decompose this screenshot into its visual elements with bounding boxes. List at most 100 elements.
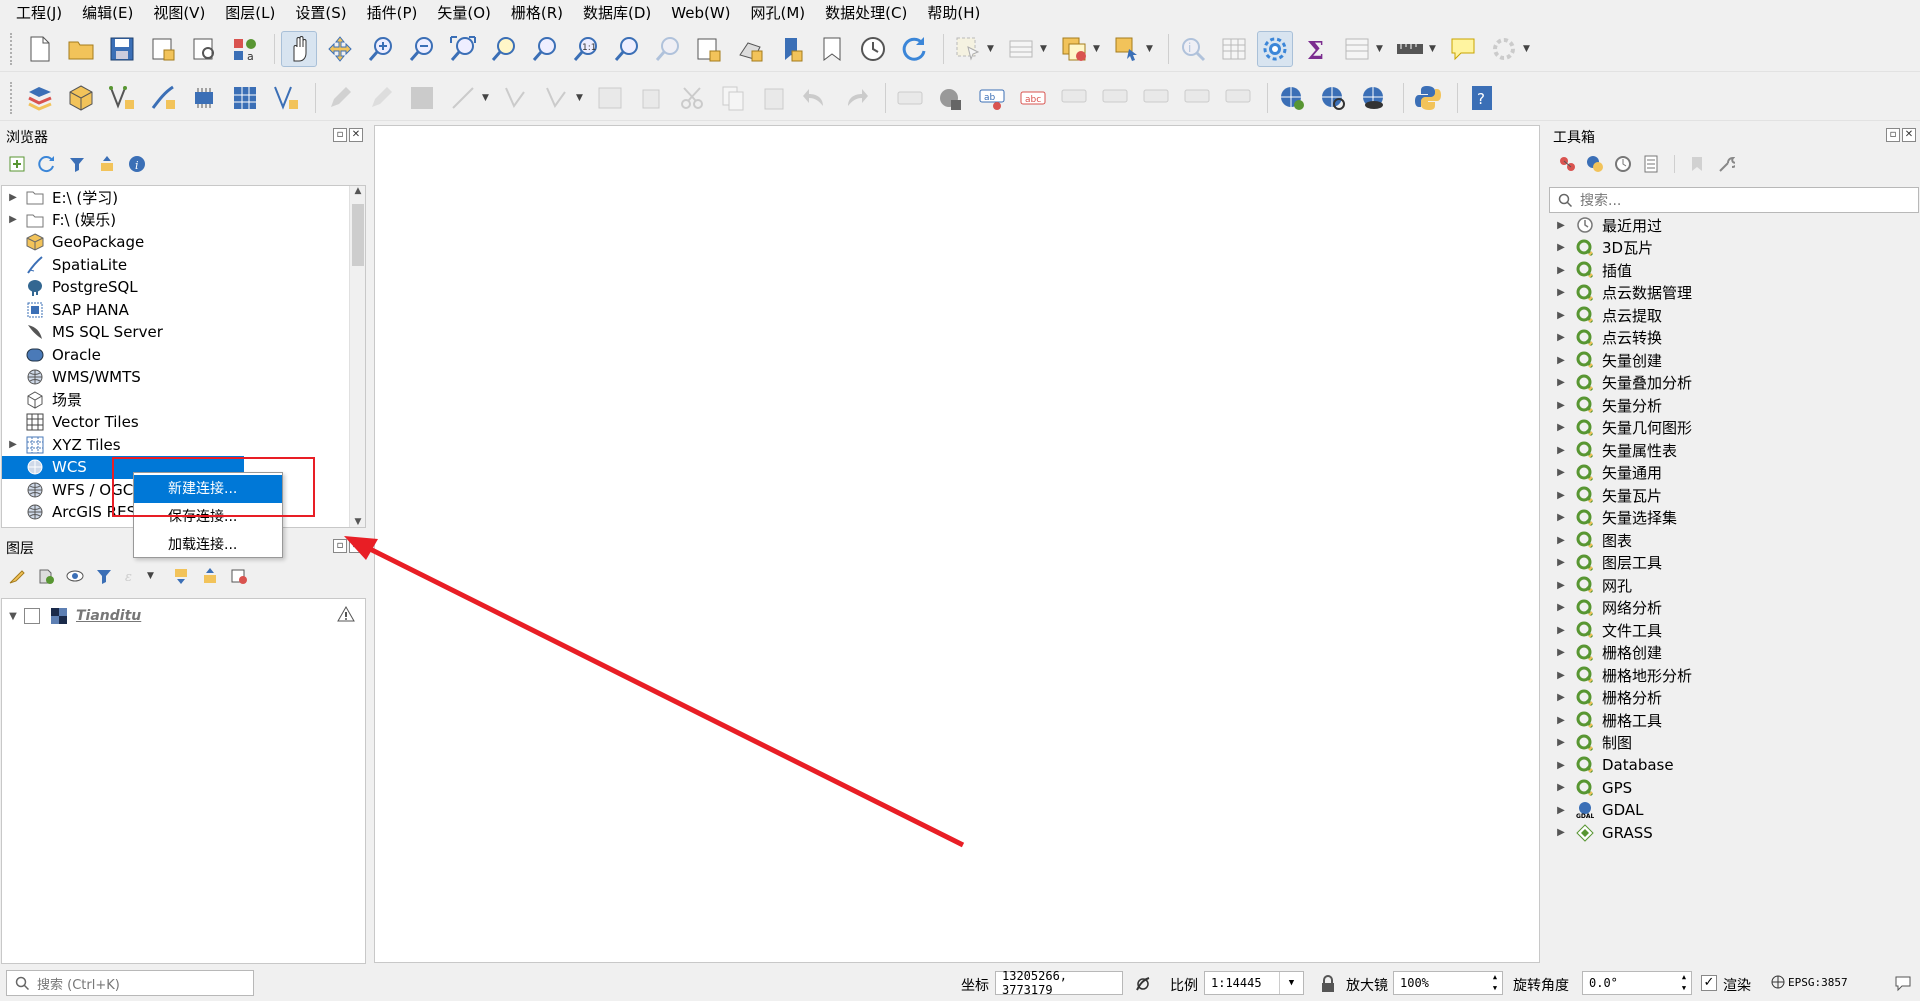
collapse-all-icon[interactable] <box>96 153 118 175</box>
browser-item-wms[interactable]: WMS/WMTS <box>2 366 365 389</box>
data-source-manager-icon[interactable] <box>22 80 58 116</box>
expand-arrow-icon[interactable]: ▶ <box>1548 287 1574 298</box>
expand-all-icon[interactable] <box>170 565 192 587</box>
zoom-to-layer-icon[interactable] <box>527 31 563 67</box>
expand-arrow-icon[interactable]: ▶ <box>1548 782 1574 793</box>
expand-arrow-icon[interactable]: ▶ <box>1548 220 1574 231</box>
scroll-down-icon[interactable]: ▼ <box>350 517 365 527</box>
results-viewer-icon[interactable] <box>1640 153 1662 175</box>
expand-arrow-icon[interactable]: ▶ <box>1548 242 1574 253</box>
new-spatialite-icon[interactable] <box>145 80 181 116</box>
current-edits-icon[interactable] <box>363 80 399 116</box>
edit-table-icon[interactable] <box>592 80 628 116</box>
history-icon[interactable] <box>1612 153 1634 175</box>
browser-item-scene[interactable]: 场景 <box>2 389 365 412</box>
pan-map-icon[interactable] <box>281 30 317 67</box>
measure-line-icon[interactable] <box>1392 31 1428 67</box>
toolbox-group[interactable]: ▶ 栅格创建 <box>1548 642 1920 665</box>
expand-arrow-icon[interactable]: ▶ <box>2 439 24 450</box>
expand-arrow-icon[interactable]: ▶ <box>1548 355 1574 366</box>
undo-icon[interactable] <box>797 80 833 116</box>
edit-features-in-place-icon[interactable] <box>1687 153 1709 175</box>
toolbox-group[interactable]: ▶ 网孔 <box>1548 574 1920 597</box>
expand-arrow-icon[interactable]: ▶ <box>1548 647 1574 658</box>
browser-item-sap-hana[interactable]: SAP HANA <box>2 299 365 322</box>
menu-database[interactable]: 数据库(D) <box>573 0 661 26</box>
refresh-icon[interactable] <box>36 153 58 175</box>
toolbox-group[interactable]: ▶ 点云数据管理 <box>1548 282 1920 305</box>
lock-scale-icon[interactable] <box>1320 975 1336 997</box>
expand-arrow-icon[interactable]: ▶ <box>1548 400 1574 411</box>
style-manager-icon[interactable]: a <box>227 31 263 67</box>
zoom-out-icon[interactable] <box>404 31 440 67</box>
toolbox-group[interactable]: ▶ 栅格工具 <box>1548 709 1920 732</box>
expand-arrow-icon[interactable]: ▶ <box>1548 805 1574 816</box>
toolbox-group[interactable]: ▶ 最近用过 <box>1548 214 1920 237</box>
locator-search-input[interactable]: 搜索 (Ctrl+K) <box>6 970 254 996</box>
expand-arrow-icon[interactable]: ▶ <box>1548 265 1574 276</box>
expand-arrow-icon[interactable]: ▶ <box>1548 422 1574 433</box>
menu-processing[interactable]: 数据处理(C) <box>815 0 917 26</box>
add-wfs-layer-icon[interactable] <box>1315 80 1351 116</box>
pan-to-selection-icon[interactable] <box>322 31 358 67</box>
layer-labeling-icon[interactable]: ab <box>974 80 1010 116</box>
select-location-icon[interactable] <box>1109 31 1145 67</box>
magnifier-spinbox[interactable]: 100% ▲ ▼ <box>1393 971 1503 995</box>
options-icon[interactable] <box>1715 153 1737 175</box>
expand-arrow-icon[interactable]: ▶ <box>1548 557 1574 568</box>
toolbox-group[interactable]: ▶ 网络分析 <box>1548 597 1920 620</box>
expand-arrow-icon[interactable]: ▶ <box>1548 670 1574 681</box>
info-icon[interactable]: i <box>126 153 148 175</box>
map-canvas[interactable] <box>374 125 1540 963</box>
render-checkbox[interactable]: ✓ <box>1701 975 1717 991</box>
toolbox-group[interactable]: ▶ 矢量几何图形 <box>1548 417 1920 440</box>
browser-item-f-drive[interactable]: ▶ F:\ (娱乐) <box>2 209 365 232</box>
select-by-value-icon[interactable] <box>1003 31 1039 67</box>
layer-styling-icon[interactable] <box>6 565 28 587</box>
refresh-icon[interactable] <box>896 31 932 67</box>
expand-arrow-icon[interactable]: ▶ <box>1548 602 1574 613</box>
expand-arrow-icon[interactable]: ▶ <box>1548 377 1574 388</box>
toolbox-group[interactable]: ▶ GRASS <box>1548 822 1920 845</box>
filter-expression-icon[interactable]: ε <box>122 565 144 587</box>
menu-plugins[interactable]: 插件(P) <box>357 0 428 26</box>
crs-label[interactable]: EPSG:3857 <box>1788 976 1848 989</box>
add-selected-layers-icon[interactable] <box>6 153 28 175</box>
manage-visibility-icon[interactable] <box>64 565 86 587</box>
menu-help[interactable]: 帮助(H) <box>917 0 990 26</box>
deselect-all-icon[interactable] <box>1056 31 1092 67</box>
scale-combo[interactable]: 1:14445 ▼ <box>1204 971 1304 995</box>
zoom-in-icon[interactable] <box>363 31 399 67</box>
menu-item-load-connections[interactable]: 加载连接... <box>134 531 282 559</box>
expand-arrow-icon[interactable]: ▶ <box>1548 625 1574 636</box>
python-console-icon[interactable] <box>1410 80 1446 116</box>
expand-arrow-icon[interactable]: ▶ <box>2 214 24 225</box>
toolbox-group[interactable]: ▶ GDAL GDAL <box>1548 799 1920 822</box>
toolbox-group[interactable]: ▶ 矢量分析 <box>1548 394 1920 417</box>
redo-icon[interactable] <box>838 80 874 116</box>
coordinate-field[interactable]: 13205266, 3773179 <box>995 969 1123 997</box>
menu-settings[interactable]: 设置(S) <box>285 0 356 26</box>
temporal-controller-icon[interactable] <box>855 31 891 67</box>
show-bookmarks-icon[interactable] <box>814 31 850 67</box>
save-project-icon[interactable] <box>104 31 140 67</box>
annotation-settings-icon[interactable] <box>1486 31 1522 67</box>
add-group-icon[interactable] <box>35 565 57 587</box>
change-label-icon[interactable] <box>1220 80 1256 116</box>
toolbox-group[interactable]: ▶ GPS <box>1548 777 1920 800</box>
expand-arrow-icon[interactable]: ▶ <box>1548 692 1574 703</box>
toolbox-group[interactable]: ▶ 插值 <box>1548 259 1920 282</box>
browser-item-e-drive[interactable]: ▶ E:\ (学习) <box>2 186 365 209</box>
zoom-to-selection-icon[interactable] <box>486 31 522 67</box>
expand-arrow-icon[interactable]: ▶ <box>1548 535 1574 546</box>
layer-visibility-checkbox[interactable] <box>24 608 40 625</box>
toolbox-tree[interactable]: ▶ 最近用过 ▶ 3D瓦片 ▶ 插值 ▶ 点云数据管理 ▶ 点云提取 ▶ 点云转换 ▶ 矢量创建 ▶ 矢量叠加… <box>1548 214 1920 844</box>
menu-edit[interactable]: 编辑(E) <box>72 0 143 26</box>
toolbox-group[interactable]: ▶ 文件工具 <box>1548 619 1920 642</box>
toolbox-group[interactable]: ▶ 矢量选择集 <box>1548 507 1920 530</box>
delete-selected-icon[interactable] <box>633 80 669 116</box>
map-tips-icon[interactable] <box>1445 31 1481 67</box>
menu-mesh[interactable]: 网孔(M) <box>741 0 816 26</box>
toolbox-group[interactable]: ▶ 制图 <box>1548 732 1920 755</box>
statistics-icon[interactable]: Σ <box>1298 31 1334 67</box>
